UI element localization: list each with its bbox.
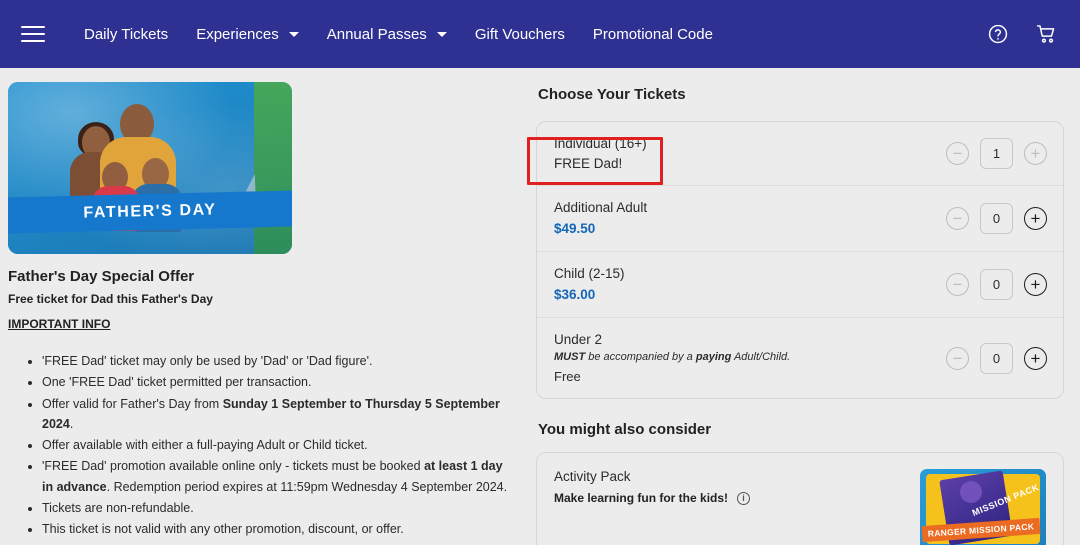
- quantity-value[interactable]: 0: [980, 342, 1013, 374]
- ticket-info: Individual (16+) FREE Dad!: [554, 134, 647, 173]
- hero-banner-ribbon: FATHER'S DAY: [8, 190, 292, 234]
- increase-quantity-button[interactable]: +: [1024, 272, 1047, 296]
- offer-term-item: 'FREE Dad' promotion available online on…: [42, 456, 508, 497]
- quantity-stepper: −0 +: [946, 268, 1047, 300]
- decrease-quantity-button[interactable]: −: [946, 346, 969, 370]
- nav-item-gift-vouchers[interactable]: Gift Vouchers: [461, 20, 579, 49]
- info-circle-icon[interactable]: i: [737, 491, 751, 505]
- quantity-value[interactable]: 0: [980, 203, 1013, 235]
- ticket-price: $49.50: [554, 220, 596, 236]
- nav-items: Daily Tickets Experiences Annual Passes …: [70, 20, 987, 49]
- ticket-info: Additional Adult $49.50: [554, 198, 647, 239]
- nav-item-label: Daily Tickets: [84, 25, 169, 43]
- hamburger-line: [21, 26, 45, 28]
- hamburger-line: [21, 33, 45, 35]
- hamburger-menu-icon[interactable]: [18, 19, 48, 49]
- addon-name: Activity Pack: [554, 469, 631, 485]
- nav-item-experiences[interactable]: Experiences: [182, 20, 313, 49]
- addon-activity-pack-card[interactable]: Activity Pack Make learning fun for the …: [536, 452, 1064, 545]
- top-navigation-bar: Daily Tickets Experiences Annual Passes …: [0, 0, 1080, 68]
- nav-item-label: Experiences: [196, 25, 279, 43]
- offer-term-item: Offer valid for Father's Day from Sunday…: [42, 394, 508, 435]
- ticket-free-label: Free: [554, 368, 581, 384]
- ticket-selection-column: Choose Your Tickets Individual (16+) FREE…: [528, 68, 1080, 545]
- offer-subtitle: Free ticket for Dad this Father's Day: [8, 292, 213, 306]
- offer-details-column: FATHER'S DAY Father's Day Special Offer …: [0, 68, 528, 545]
- quantity-value[interactable]: 1: [980, 138, 1013, 170]
- choose-tickets-heading: Choose Your Tickets: [538, 86, 686, 103]
- chevron-down-icon: [288, 31, 299, 37]
- offer-term-item: 'FREE Dad' ticket may only be used by 'D…: [42, 351, 508, 371]
- ticket-name: Child (2-15): [554, 265, 625, 281]
- quantity-stepper: −1 +: [946, 138, 1047, 170]
- ticket-tagline: FREE Dad!: [554, 155, 623, 171]
- offer-term-item: This ticket is not valid with any other …: [42, 519, 508, 539]
- ticket-card: Individual (16+) FREE Dad! −1 + Additional A…: [536, 121, 1064, 400]
- addon-subtitle-row: Make learning fun for the kids! i: [554, 491, 751, 506]
- ticket-row: Individual (16+) FREE Dad! −1 +: [537, 122, 1063, 187]
- nav-item-annual-passes[interactable]: Annual Passes: [313, 20, 461, 49]
- offer-terms-list: 'FREE Dad' ticket may only be used by 'D…: [8, 351, 508, 539]
- decrease-quantity-button[interactable]: −: [946, 272, 969, 296]
- consider-heading: You might also consider: [538, 421, 712, 439]
- hamburger-line: [21, 40, 45, 42]
- decrease-quantity-button[interactable]: −: [946, 207, 969, 231]
- increase-quantity-button[interactable]: +: [1024, 142, 1047, 166]
- increase-quantity-button[interactable]: +: [1024, 346, 1047, 370]
- ticket-name: Individual (16+): [554, 136, 647, 151]
- nav-item-promotional-code[interactable]: Promotional Code: [579, 20, 727, 49]
- ticket-name: Additional Adult: [554, 200, 648, 216]
- hero-banner-text: FATHER'S DAY: [83, 201, 217, 222]
- quantity-stepper: −0 +: [946, 342, 1047, 374]
- ticket-name: Under 2: [554, 331, 603, 347]
- increase-quantity-button[interactable]: +: [1024, 207, 1047, 231]
- nav-item-label: Annual Passes: [326, 25, 427, 43]
- chevron-down-icon: [436, 31, 447, 37]
- ticket-info: Child (2-15) $36.00: [554, 264, 625, 305]
- hero-offer-image: FATHER'S DAY: [8, 82, 292, 254]
- decrease-quantity-button[interactable]: −: [946, 142, 969, 166]
- ticket-price: $36.00: [554, 286, 596, 302]
- ticket-row: Additional Adult $49.50 −0 +: [537, 186, 1063, 252]
- offer-term-item: One 'FREE Dad' ticket permitted per tran…: [42, 372, 508, 392]
- ticket-row: Child (2-15) $36.00 −0 +: [537, 252, 1063, 318]
- help-circle-icon[interactable]: [987, 23, 1009, 45]
- quantity-value[interactable]: 0: [980, 268, 1013, 300]
- page-body: FATHER'S DAY Father's Day Special Offer …: [0, 68, 1080, 545]
- offer-title: Father's Day Special Offer: [8, 268, 195, 285]
- nav-item-label: Gift Vouchers: [474, 25, 565, 43]
- quantity-stepper: −0 +: [946, 203, 1047, 235]
- nav-right-actions: [987, 23, 1058, 45]
- addon-thumbnail-image: MISSION PACK RANGER MISSION PACK: [920, 469, 1046, 545]
- offer-term-item: Offer available with either a full-payin…: [42, 435, 508, 455]
- addon-subtitle: Make learning fun for the kids!: [554, 491, 729, 506]
- hero-green-edge: [254, 82, 292, 254]
- addon-text-block: Activity Pack Make learning fun for the …: [554, 469, 751, 506]
- nav-item-label: Promotional Code: [592, 25, 713, 43]
- shopping-cart-icon[interactable]: [1035, 23, 1058, 45]
- ticket-info: Under 2 MUST be accompanied by a paying A…: [554, 330, 790, 387]
- ticket-row: Under 2 MUST be accompanied by a paying A…: [537, 318, 1063, 399]
- nav-item-daily-tickets[interactable]: Daily Tickets: [70, 20, 182, 49]
- important-info-link[interactable]: IMPORTANT INFO: [8, 317, 110, 331]
- offer-term-item: Tickets are non-refundable.: [42, 498, 508, 518]
- ticket-note: MUST be accompanied by a paying Adult/Ch…: [554, 351, 791, 364]
